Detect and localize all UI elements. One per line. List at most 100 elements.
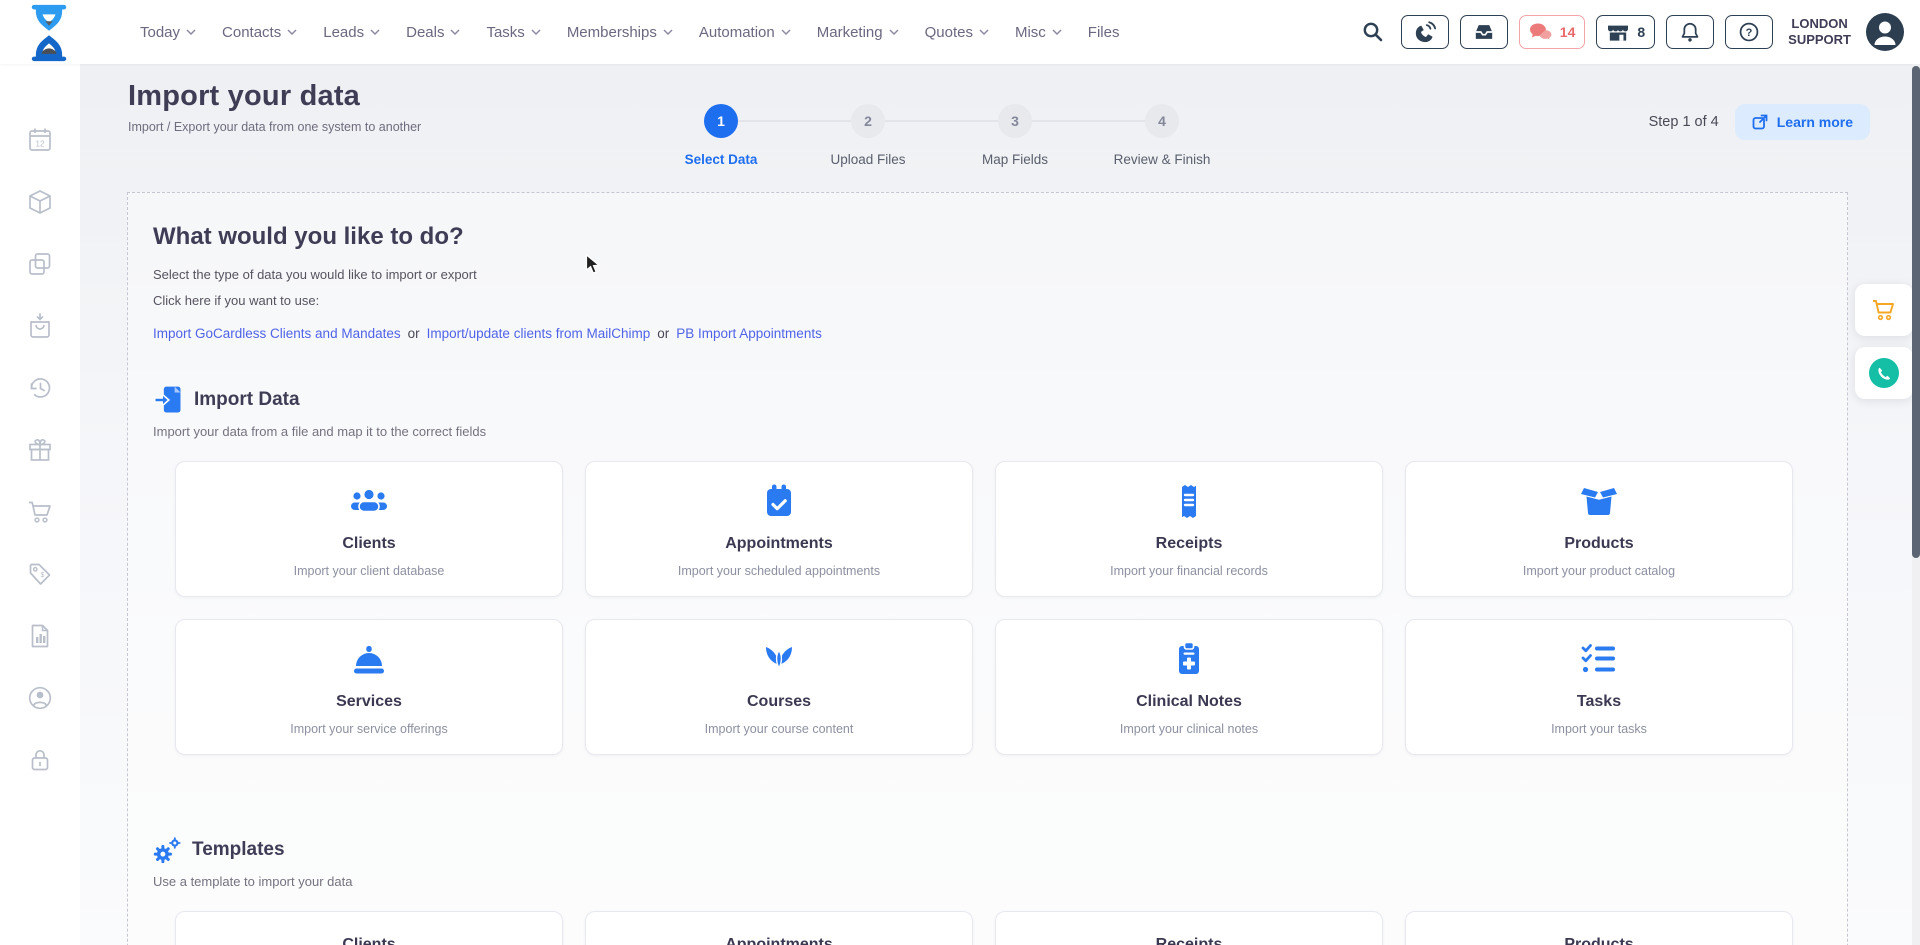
app-logo-hourglass[interactable] [24,4,74,62]
report-doc-icon [27,623,53,649]
card-desc: Import your financial records [1010,564,1368,578]
step-label-select-data: Select Data [641,152,801,167]
sidebar-item-calendar[interactable]: 12 [27,127,53,153]
template-card-appointments[interactable]: Appointments [585,911,973,945]
import-card-receipts[interactable]: Receipts Import your financial records [995,461,1383,597]
notifications-button[interactable] [1666,15,1714,49]
nav-item-today[interactable]: Today [140,24,196,41]
receipt-icon [1170,483,1208,519]
main-content: Import your data Import / Export your da… [80,64,1920,945]
sidebar-item-account[interactable] [27,685,53,711]
import-data-section: Import Data Import your data from a file… [153,385,1819,755]
import-card-services[interactable]: Services Import your service offerings [175,619,563,755]
import-card-tasks[interactable]: Tasks Import your tasks [1405,619,1793,755]
page-header: Import your data Import / Export your da… [80,64,1920,192]
chevron-down-icon [370,29,380,35]
step-circle-4[interactable]: 4 [1145,104,1179,138]
chevron-down-icon [186,29,196,35]
sidebar-item-security[interactable] [27,747,53,773]
search-button[interactable] [1362,21,1384,43]
intro-heading: What would you like to do? [153,223,1819,251]
sidebar-item-gifts[interactable] [27,437,53,463]
chevron-down-icon [531,29,541,35]
step-circle-3[interactable]: 3 [998,104,1032,138]
help-button[interactable]: ? [1725,15,1773,49]
chevron-down-icon [781,29,791,35]
nav-item-automation[interactable]: Automation [699,24,791,41]
templates-section: Templates Use a template to import your … [153,835,1819,945]
template-card-receipts[interactable]: Receipts [995,911,1383,945]
link-mailchimp[interactable]: Import/update clients from MailChimp [427,326,651,341]
nav-item-misc[interactable]: Misc [1015,24,1062,41]
icon-sidebar: 12 $ [0,64,80,945]
step-label-upload-files: Upload Files [788,152,948,167]
card-desc: Import your product catalog [1420,564,1778,578]
page-subtitle: Import / Export your data from one syste… [128,120,421,134]
nav-label: Marketing [817,24,883,41]
nav-item-tasks[interactable]: Tasks [486,24,540,41]
sidebar-item-copy[interactable] [27,251,53,277]
step-label-map-fields: Map Fields [935,152,1095,167]
import-data-title: Import Data [194,389,300,411]
bag-download-icon [27,313,53,339]
chat-count-badge: 14 [1560,24,1576,40]
sidebar-item-pricing[interactable]: $ [27,561,53,587]
chevron-down-icon [287,29,297,35]
sidebar-item-cart[interactable] [27,499,53,525]
nav-label: Tasks [486,24,524,41]
card-desc: Import your scheduled appointments [600,564,958,578]
import-card-clinical-notes[interactable]: Clinical Notes Import your clinical note… [995,619,1383,755]
import-card-products[interactable]: Products Import your product catalog [1405,461,1793,597]
page-title: Import your data [128,80,421,113]
or-separator: or [657,326,669,341]
store-button[interactable]: 8 [1596,15,1655,49]
import-card-courses[interactable]: Courses Import your course content [585,619,973,755]
svg-text:$: $ [41,572,45,579]
nav-item-contacts[interactable]: Contacts [222,24,297,41]
nav-label: Memberships [567,24,657,41]
sidebar-item-orders[interactable] [27,313,53,339]
step-circle-1[interactable]: 1 [704,104,738,138]
nav-item-quotes[interactable]: Quotes [925,24,989,41]
sidebar-item-history[interactable] [27,375,53,401]
scrollbar-track[interactable] [1912,64,1920,945]
nav-item-marketing[interactable]: Marketing [817,24,899,41]
nav-item-deals[interactable]: Deals [406,24,460,41]
search-icon [1362,21,1384,43]
chevron-down-icon [663,29,673,35]
template-card-clients[interactable]: Clients [175,911,563,945]
cart-widget[interactable] [1855,284,1913,336]
nav-item-memberships[interactable]: Memberships [567,24,673,41]
account-name[interactable]: LONDON SUPPORT [1788,16,1851,49]
scrollbar-thumb[interactable] [1912,66,1920,558]
stepper-line [721,120,1162,122]
floating-widgets [1855,284,1913,399]
import-card-appointments[interactable]: Appointments Import your scheduled appoi… [585,461,973,597]
link-pb-import[interactable]: PB Import Appointments [676,326,822,341]
file-import-icon [153,385,183,415]
history-icon [27,375,53,401]
step-circle-2[interactable]: 2 [851,104,885,138]
link-gocardless[interactable]: Import GoCardless Clients and Mandates [153,326,401,341]
inbox-button[interactable] [1460,15,1508,49]
gift-icon [27,437,53,463]
sidebar-item-packages[interactable] [27,189,53,215]
sidebar-item-reports[interactable] [27,623,53,649]
chat-button[interactable]: 14 [1519,15,1586,49]
import-card-clients[interactable]: Clients Import your client database [175,461,563,597]
step-label-review-finish: Review & Finish [1082,152,1242,167]
chevron-down-icon [979,29,989,35]
learn-more-button[interactable]: Learn more [1735,104,1870,140]
cart-icon [27,499,53,525]
whatsapp-widget[interactable] [1855,347,1913,399]
phone-volume-icon [1413,21,1437,43]
avatar[interactable] [1866,13,1904,51]
nav-label: Files [1088,24,1120,41]
template-card-products[interactable]: Products [1405,911,1793,945]
card-name: Clinical Notes [1010,693,1368,711]
phone-button[interactable] [1401,15,1449,49]
card-name: Products [1420,936,1778,945]
nav-item-files[interactable]: Files [1088,24,1120,41]
nav-item-leads[interactable]: Leads [323,24,380,41]
card-desc: Import your clinical notes [1010,722,1368,736]
